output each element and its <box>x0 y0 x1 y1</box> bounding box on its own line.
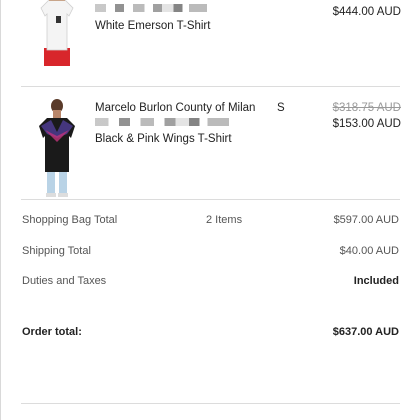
product-brand: Marcelo Burlon County of Milan <box>95 102 256 114</box>
product-name: White Emerson T-Shirt <box>95 20 211 32</box>
cart-item[interactable]: White Emerson T-Shirt $444.00 AUD <box>21 0 401 85</box>
product-name: Black & Pink Wings T-Shirt <box>95 133 232 145</box>
duties-label: Duties and Taxes <box>22 275 107 287</box>
bag-total-label: Shopping Bag Total <box>22 214 118 226</box>
bag-item-count: 2 Items <box>206 214 243 226</box>
shipping-value: $40.00 AUD <box>339 245 399 257</box>
duties-value: Included <box>353 275 399 287</box>
order-summary-panel: White Emerson T-Shirt $444.00 AUD Marcel… <box>0 0 420 420</box>
product-image-black-wings-tshirt[interactable] <box>35 98 79 198</box>
divider <box>21 199 400 200</box>
bag-total-value: $597.00 AUD <box>333 214 399 226</box>
product-price: $153.00 AUD <box>332 118 401 130</box>
cart-item[interactable]: Marcelo Burlon County of Milan S Black &… <box>21 88 401 198</box>
divider <box>21 403 400 404</box>
redacted-text <box>95 118 229 126</box>
product-image-white-tshirt[interactable] <box>35 0 79 70</box>
order-total-value: $637.00 AUD <box>332 326 399 338</box>
product-price: $444.00 AUD <box>332 6 401 18</box>
redacted-text <box>95 4 207 12</box>
product-original-price: $318.75 AUD <box>332 102 401 114</box>
divider <box>21 86 400 87</box>
order-total-label: Order total: <box>22 326 82 338</box>
product-size: S <box>277 102 285 114</box>
shipping-label: Shipping Total <box>22 245 91 257</box>
